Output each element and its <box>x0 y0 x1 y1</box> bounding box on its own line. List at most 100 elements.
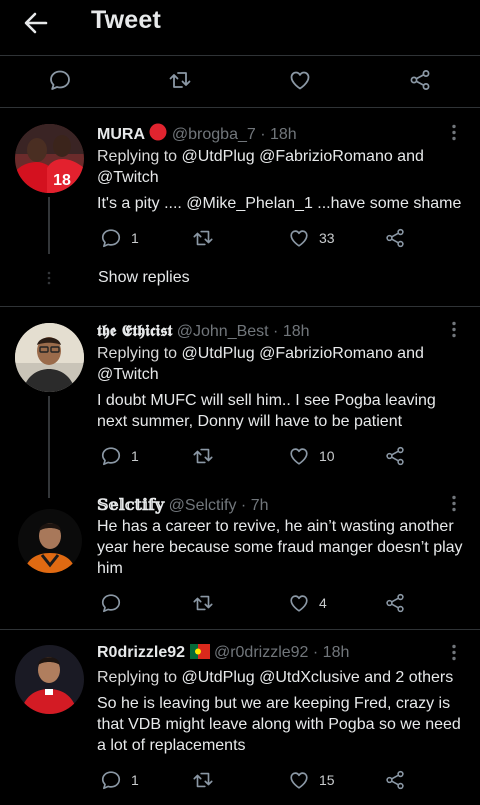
red-circle-badge <box>149 123 167 141</box>
tweet-text: I doubt MUFC will sell him.. I see Pogba… <box>97 392 436 430</box>
svg-text:18: 18 <box>53 172 71 189</box>
like-count: 4 <box>319 595 327 611</box>
main-tweet-actions <box>0 56 480 108</box>
replying-to-prefix: Replying to <box>97 148 178 165</box>
retweet-icon <box>193 772 213 788</box>
avatar[interactable]: 18 <box>15 124 84 193</box>
like-icon <box>290 448 308 465</box>
back-arrow-icon[interactable] <box>22 9 50 37</box>
replying-to: Replying to @UtdPlug @UtdXclusive and 2 … <box>97 667 453 688</box>
reply-icon <box>101 771 121 790</box>
like-icon <box>290 230 308 247</box>
tweet-actions: 1 15 <box>97 768 467 792</box>
replying-to-users-2[interactable]: @Twitch <box>97 169 159 186</box>
show-replies-link[interactable]: Show replies <box>98 269 190 287</box>
reply-count: 1 <box>131 772 139 788</box>
share-icon <box>386 446 404 466</box>
share-icon[interactable] <box>408 68 432 92</box>
share-button[interactable] <box>384 226 406 250</box>
thread-dots <box>46 271 52 285</box>
share-icon <box>386 770 404 790</box>
display-name[interactable]: 𝕊𝕖𝕝𝕔𝕥𝕚𝕗𝕪 <box>97 495 164 514</box>
tweet-actions: 4 <box>97 591 467 615</box>
like-icon[interactable] <box>288 68 312 92</box>
reply-button[interactable] <box>100 591 131 615</box>
portugal-flag-icon <box>189 644 210 659</box>
username[interactable]: @brogba_7 <box>172 126 256 143</box>
more-options-icon[interactable] <box>446 644 462 662</box>
tweet-text: It's a pity .... @Mike_Phelan_1 ...have … <box>97 195 462 212</box>
tweet-header: MURA @brogba_7 · 18h <box>97 123 297 144</box>
retweet-button[interactable] <box>192 444 223 468</box>
thread-line <box>48 197 50 254</box>
timestamp[interactable]: 18h <box>270 126 297 143</box>
tweet-text: So he is leaving but we are keeping Fred… <box>97 695 461 754</box>
display-name[interactable]: R0drizzle92 <box>97 644 185 661</box>
replying-to-users[interactable]: @UtdPlug @FabrizioRomano and <box>182 148 424 165</box>
reply-icon[interactable] <box>48 68 72 92</box>
replying-to-users[interactable]: @UtdPlug @FabrizioRomano and <box>182 345 424 362</box>
timestamp[interactable]: 18h <box>323 644 350 661</box>
timestamp[interactable]: 7h <box>251 497 269 514</box>
replying-to: Replying to @UtdPlug @FabrizioRomano and… <box>97 146 424 188</box>
like-button[interactable]: 33 <box>288 226 335 250</box>
like-count: 33 <box>319 230 335 246</box>
more-options-icon[interactable] <box>446 124 462 142</box>
replying-to-prefix: Replying to <box>97 669 178 686</box>
replying-to-users-2[interactable]: @Twitch <box>97 366 159 383</box>
top-bar: Tweet <box>0 0 480 56</box>
retweet-button[interactable] <box>192 768 223 792</box>
like-button[interactable]: 4 <box>288 591 327 615</box>
display-name[interactable]: MURA <box>97 126 145 143</box>
reply-tweet[interactable]: 𝕊𝕖𝕝𝕔𝕥𝕚𝕗𝕪 @Selctify · 7h He has a career … <box>0 483 480 630</box>
display-name[interactable]: 𝖙𝖍𝖊 𝕰𝖙𝖍𝖎𝖈𝖎𝖘𝖙 <box>97 321 172 340</box>
like-button[interactable]: 10 <box>288 444 335 468</box>
tweet-header: R0drizzle92 @r0drizzle92 · 18h <box>97 644 350 661</box>
retweet-button[interactable] <box>192 591 223 615</box>
reply-count: 1 <box>131 230 139 246</box>
like-button[interactable]: 15 <box>288 768 335 792</box>
replying-to-users[interactable]: @UtdPlug @UtdXclusive and 2 others <box>182 669 454 686</box>
share-icon <box>386 228 404 248</box>
tweet-actions: 1 33 <box>97 226 467 250</box>
replying-to-prefix: Replying to <box>97 345 178 362</box>
avatar[interactable] <box>15 323 84 392</box>
retweet-button[interactable] <box>192 226 223 250</box>
retweet-icon[interactable] <box>168 68 192 92</box>
like-count: 15 <box>319 772 335 788</box>
reply-icon <box>101 447 121 466</box>
share-icon <box>386 593 404 613</box>
more-options-icon[interactable] <box>446 321 462 339</box>
timestamp[interactable]: 18h <box>283 323 310 340</box>
username[interactable]: @r0drizzle92 <box>214 644 309 661</box>
tweet-actions: 1 10 <box>97 444 467 468</box>
retweet-icon <box>193 595 213 611</box>
avatar[interactable] <box>15 645 84 714</box>
more-options-icon[interactable] <box>446 495 462 513</box>
replying-to: Replying to @UtdPlug @FabrizioRomano and… <box>97 343 424 385</box>
reply-icon <box>101 594 121 613</box>
like-icon <box>290 595 308 612</box>
reply-count: 1 <box>131 448 139 464</box>
share-button[interactable] <box>384 591 406 615</box>
like-icon <box>290 772 308 789</box>
page-title: Tweet <box>91 6 161 34</box>
retweet-icon <box>193 448 213 464</box>
share-button[interactable] <box>384 444 406 468</box>
username[interactable]: @John_Best <box>177 323 269 340</box>
reply-button[interactable]: 1 <box>100 226 139 250</box>
tweet-header: 𝖙𝖍𝖊 𝕰𝖙𝖍𝖎𝖈𝖎𝖘𝖙 @John_Best · 18h <box>97 321 310 340</box>
username[interactable]: @Selctify <box>169 497 237 514</box>
like-count: 10 <box>319 448 335 464</box>
tweet-header: 𝕊𝕖𝕝𝕔𝕥𝕚𝕗𝕪 @Selctify · 7h <box>97 495 269 514</box>
reply-button[interactable]: 1 <box>100 444 139 468</box>
reply-tweet[interactable]: 𝖙𝖍𝖊 𝕰𝖙𝖍𝖎𝖈𝖎𝖘𝖙 @John_Best · 18h Replying t… <box>0 307 480 498</box>
reply-tweet[interactable]: 18 MURA @brogba_7 · 18h Replying to @Utd… <box>0 108 480 307</box>
retweet-icon <box>193 230 213 246</box>
reply-icon <box>101 229 121 248</box>
reply-tweet[interactable]: R0drizzle92 @r0drizzle92 · 18h Replying … <box>0 630 480 805</box>
tweet-text: He has a career to revive, he ain’t wast… <box>97 518 463 577</box>
reply-button[interactable]: 1 <box>100 768 139 792</box>
share-button[interactable] <box>384 768 406 792</box>
avatar[interactable] <box>18 509 82 573</box>
